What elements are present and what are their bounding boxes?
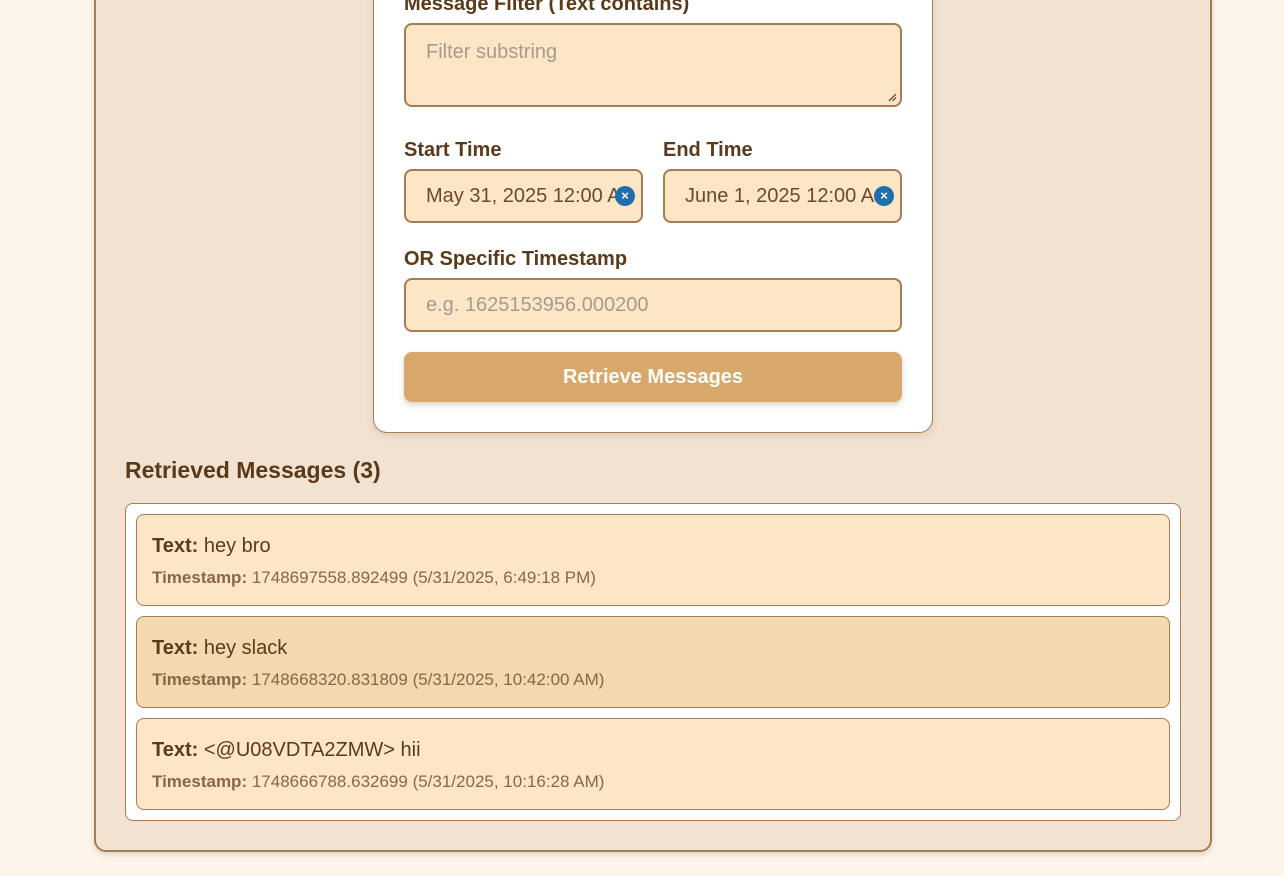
retrieve-messages-button[interactable]: Retrieve Messages xyxy=(404,352,902,402)
specific-timestamp-placeholder: e.g. 1625153956.000200 xyxy=(426,294,649,316)
specific-timestamp-input[interactable]: e.g. 1625153956.000200 xyxy=(404,278,902,332)
message-text-value: hey bro xyxy=(203,535,271,557)
message-item: Text: <@U08VDTA2ZMW> hii Timestamp: 1748… xyxy=(136,718,1170,810)
filter-placeholder: Filter substring xyxy=(426,41,558,63)
message-timestamp: Timestamp: 1748668320.831809 (5/31/2025,… xyxy=(152,670,604,690)
end-time-input[interactable]: June 1, 2025 12:00 AM × xyxy=(663,169,902,223)
filter-label: Message Filter (Text contains) xyxy=(404,0,690,15)
message-timestamp-value: 1748697558.892499 (5/31/2025, 6:49:18 PM… xyxy=(251,568,596,587)
specific-timestamp-label: OR Specific Timestamp xyxy=(404,248,628,270)
message-text: Text: hey bro xyxy=(152,535,271,558)
end-time-value: June 1, 2025 12:00 AM xyxy=(685,185,875,207)
messages-list: Text: hey bro Timestamp: 1748697558.8924… xyxy=(125,503,1181,821)
message-timestamp-value: 1748668320.831809 (5/31/2025, 10:42:00 A… xyxy=(251,670,605,689)
message-timestamp: Timestamp: 1748697558.892499 (5/31/2025,… xyxy=(152,568,596,588)
message-item: Text: hey slack Timestamp: 1748668320.83… xyxy=(136,616,1170,708)
text-label: Text: xyxy=(152,637,199,659)
message-item: Text: hey bro Timestamp: 1748697558.8924… xyxy=(136,514,1170,606)
filter-textarea[interactable]: Filter substring xyxy=(404,23,902,107)
start-time-input[interactable]: May 31, 2025 12:00 AM × xyxy=(404,169,643,223)
message-timestamp: Timestamp: 1748666788.632699 (5/31/2025,… xyxy=(152,772,604,792)
results-title: Retrieved Messages (3) xyxy=(125,457,381,483)
end-time-label: End Time xyxy=(663,139,753,161)
start-time-label: Start Time xyxy=(404,139,502,161)
text-label: Text: xyxy=(152,535,199,557)
message-text: Text: hey slack xyxy=(152,637,287,660)
message-text-value: <@U08VDTA2ZMW> hii xyxy=(203,739,421,761)
message-text-value: hey slack xyxy=(203,637,288,659)
resize-grip-icon[interactable] xyxy=(887,92,897,102)
start-time-value: May 31, 2025 12:00 AM xyxy=(426,185,616,207)
clear-end-icon[interactable]: × xyxy=(874,186,894,206)
text-label: Text: xyxy=(152,739,199,761)
message-text: Text: <@U08VDTA2ZMW> hii xyxy=(152,739,421,762)
clear-start-icon[interactable]: × xyxy=(615,186,635,206)
timestamp-label: Timestamp: xyxy=(152,670,248,689)
message-timestamp-value: 1748666788.632699 (5/31/2025, 10:16:28 A… xyxy=(251,772,605,791)
timestamp-label: Timestamp: xyxy=(152,772,248,791)
timestamp-label: Timestamp: xyxy=(152,568,248,587)
